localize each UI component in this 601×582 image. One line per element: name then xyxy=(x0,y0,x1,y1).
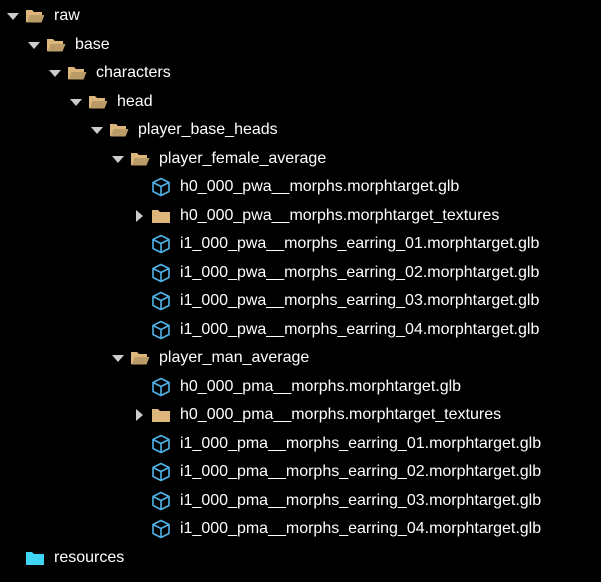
tree-item-folder[interactable]: head xyxy=(0,88,601,116)
tree-item-file[interactable]: i1_000_pma__morphs_earring_03.morphtarge… xyxy=(0,487,601,515)
tree-item-label: player_man_average xyxy=(159,349,310,366)
tree-item-label: head xyxy=(117,92,153,110)
tree-item-file[interactable]: h0_000_pwa__morphs.morphtarget.glb xyxy=(0,173,601,201)
tree-item-folder[interactable]: player_man_average xyxy=(0,344,601,372)
tree-item-file[interactable]: i1_000_pwa__morphs_earring_04.morphtarge… xyxy=(0,316,601,344)
tree-item-label: h0_000_pwa__morphs.morphtarget.glb xyxy=(180,178,460,195)
tree-item-label: i1_000_pma__morphs_earring_01.morphtarge… xyxy=(180,434,542,452)
tree-item-folder[interactable]: resources xyxy=(0,544,601,572)
tree-item-file[interactable]: i1_000_pma__morphs_earring_01.morphtarge… xyxy=(0,430,601,458)
tree-item-file[interactable]: i1_000_pma__morphs_earring_02.morphtarge… xyxy=(0,458,601,486)
tree-item-file[interactable]: i1_000_pwa__morphs_earring_02.morphtarge… xyxy=(0,259,601,287)
tree-item-file[interactable]: h0_000_pma__morphs.morphtarget.glb xyxy=(0,373,601,401)
tree-item-file[interactable]: i1_000_pwa__morphs_earring_01.morphtarge… xyxy=(0,230,601,258)
tree-item-label: h0_000_pwa__morphs.morphtarget_textures xyxy=(180,206,500,224)
tree-item-label: player_female_average xyxy=(159,149,327,167)
tree-item-folder[interactable]: player_female_average xyxy=(0,145,601,173)
tree-item-folder[interactable]: player_base_heads xyxy=(0,116,601,144)
file-tree: raw base characters head player_base_headspl… xyxy=(0,0,601,582)
tree-item-label: i1_000_pma__morphs_earring_03.morphtarge… xyxy=(180,491,542,509)
tree-item-label: player_base_heads xyxy=(138,121,278,138)
tree-item-folder[interactable]: h0_000_pma__morphs.morphtarget_textures xyxy=(0,401,601,429)
tree-item-folder[interactable]: raw xyxy=(0,2,601,30)
tree-item-label: resources xyxy=(54,548,125,566)
tree-item-folder[interactable]: characters xyxy=(0,59,601,87)
tree-item-folder[interactable]: base xyxy=(0,31,601,59)
tree-item-file[interactable]: i1_000_pma__morphs_earring_04.morphtarge… xyxy=(0,515,601,543)
tree-item-label: i1_000_pwa__morphs_earring_04.morphtarge… xyxy=(180,320,540,338)
tree-item-label: i1_000_pwa__morphs_earring_01.morphtarge… xyxy=(180,235,540,252)
tree-item-label: h0_000_pma__morphs.morphtarget_textures xyxy=(180,406,502,423)
tree-item-label: characters xyxy=(96,64,171,81)
tree-item-label: h0_000_pma__morphs.morphtarget.glb xyxy=(180,377,462,395)
tree-item-folder[interactable]: h0_000_pwa__morphs.morphtarget_textures xyxy=(0,202,601,230)
tree-item-label: i1_000_pma__morphs_earring_04.morphtarge… xyxy=(180,520,542,537)
tree-item-file[interactable]: i1_000_pwa__morphs_earring_03.morphtarge… xyxy=(0,287,601,315)
tree-item-label: i1_000_pwa__morphs_earring_03.morphtarge… xyxy=(180,292,540,309)
tree-item-label: raw xyxy=(54,7,80,24)
tree-item-label: i1_000_pwa__morphs_earring_02.morphtarge… xyxy=(180,263,540,281)
tree-item-label: base xyxy=(75,35,110,53)
tree-item-label: i1_000_pma__morphs_earring_02.morphtarge… xyxy=(180,463,542,480)
